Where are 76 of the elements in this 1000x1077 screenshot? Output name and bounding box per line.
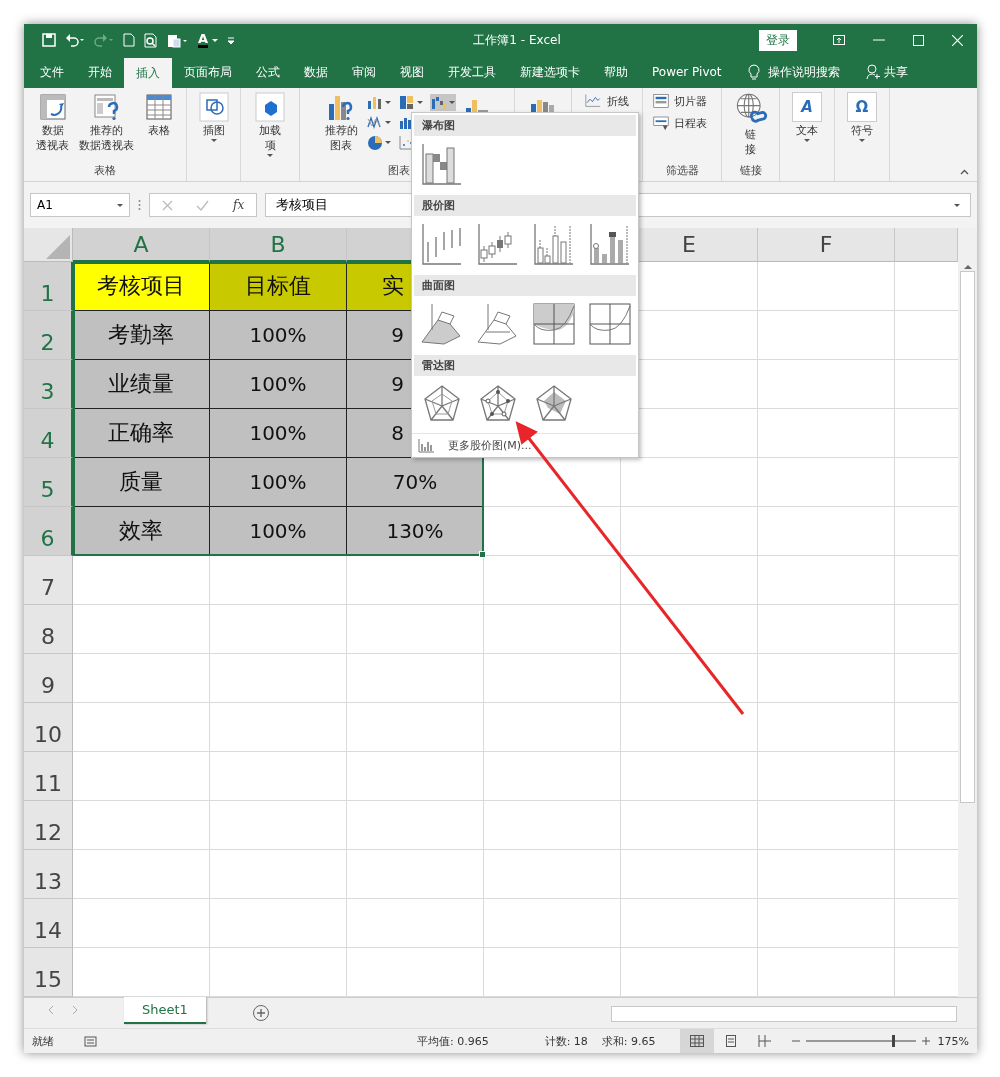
ribbon-tab[interactable]: 开始 bbox=[76, 56, 124, 88]
omega-icon: Ω bbox=[847, 92, 877, 122]
ribbon-tab[interactable]: 公式 bbox=[244, 56, 292, 88]
group-label: 图表 bbox=[388, 164, 410, 177]
name-box[interactable]: A1 bbox=[30, 193, 130, 217]
ribbon-tab[interactable]: 新建选项卡 bbox=[508, 56, 592, 88]
ribbon-tab[interactable]: 页面布局 bbox=[172, 56, 244, 88]
pivot-button[interactable]: 数据 透视表 bbox=[34, 92, 71, 152]
row-header[interactable]: 8 bbox=[24, 605, 73, 654]
ribbon-tab[interactable]: 帮助 bbox=[592, 56, 640, 88]
table-cell: 考勤率 bbox=[73, 311, 210, 360]
row-header[interactable]: 1 bbox=[24, 262, 73, 311]
zoom-level[interactable]: 175% bbox=[937, 1034, 969, 1048]
column-header[interactable]: F bbox=[758, 228, 895, 262]
row-header[interactable]: 14 bbox=[24, 899, 73, 948]
menu-section-header: 曲面图 bbox=[414, 275, 636, 296]
table-cell: 100% bbox=[210, 507, 347, 556]
table-cell: 100% bbox=[210, 360, 347, 409]
group-label: 链接 bbox=[739, 164, 762, 177]
table-cell: 100% bbox=[210, 458, 347, 507]
row-header[interactable]: 12 bbox=[24, 801, 73, 850]
table-cell: 质量 bbox=[73, 458, 210, 507]
illustrations-button[interactable]: 插图 bbox=[196, 92, 231, 142]
status-text: 就绪 bbox=[32, 1033, 54, 1049]
group-label: 表格 bbox=[94, 164, 116, 177]
table-cell: 效率 bbox=[73, 507, 210, 556]
window-title: 工作簿1 - Excel bbox=[472, 31, 562, 49]
column-header[interactable]: A bbox=[73, 228, 210, 262]
table-cell: 100% bbox=[210, 409, 347, 458]
table-cell: 130% bbox=[347, 507, 484, 556]
slicer-button[interactable]: 切片器 bbox=[651, 92, 707, 110]
ribbon-tab[interactable]: 视图 bbox=[388, 56, 436, 88]
row-header[interactable]: 5 bbox=[24, 458, 73, 507]
ribbon-tab[interactable]: 数据 bbox=[292, 56, 340, 88]
row-header[interactable]: 13 bbox=[24, 850, 73, 899]
row-header[interactable]: 6 bbox=[24, 507, 73, 556]
symbol-button[interactable]: Ω 符号 bbox=[845, 92, 879, 142]
row-header[interactable]: 9 bbox=[24, 654, 73, 703]
table-cell: 业绩量 bbox=[73, 360, 210, 409]
menu-section-header: 瀑布图 bbox=[414, 115, 636, 136]
table-cell: 100% bbox=[210, 311, 347, 360]
column-header[interactable]: B bbox=[210, 228, 347, 262]
timeline-button[interactable]: 日程表 bbox=[651, 114, 707, 132]
sheet-tab[interactable]: Sheet1 bbox=[124, 997, 206, 1024]
sparkline-button[interactable]: 折线 bbox=[582, 92, 629, 110]
row-header[interactable]: 4 bbox=[24, 409, 73, 458]
table-cell: 考核项目 bbox=[73, 262, 210, 311]
ribbon-tab[interactable]: Power Pivot bbox=[640, 56, 734, 88]
row-header[interactable]: 11 bbox=[24, 752, 73, 801]
row-header[interactable]: 10 bbox=[24, 703, 73, 752]
tell-me-search[interactable]: 操作说明搜索 bbox=[747, 56, 840, 88]
menu-section-header: 雷达图 bbox=[414, 355, 636, 376]
row-header[interactable]: 2 bbox=[24, 311, 73, 360]
insert-function-button[interactable]: fx bbox=[233, 198, 245, 212]
ribbon-tab[interactable]: 开发工具 bbox=[436, 56, 508, 88]
link-button[interactable]: 链 接 bbox=[731, 92, 770, 156]
text-button[interactable]: A 文本 bbox=[790, 92, 824, 142]
table-button[interactable]: 表格 bbox=[142, 92, 176, 137]
status-average: 平均值: 0.965 bbox=[416, 1033, 489, 1049]
status-sum: 求和: 9.65 bbox=[601, 1033, 656, 1049]
row-header[interactable]: 7 bbox=[24, 556, 73, 605]
table-cell: 目标值 bbox=[210, 262, 347, 311]
table-cell: 70% bbox=[347, 458, 484, 507]
share-button[interactable]: 共享 bbox=[865, 56, 908, 88]
ribbon-tab[interactable]: 文件 bbox=[28, 56, 76, 88]
status-count: 计数: 18 bbox=[544, 1033, 588, 1049]
group-label: 筛选器 bbox=[665, 164, 699, 177]
row-header[interactable]: 3 bbox=[24, 360, 73, 409]
table-cell: 正确率 bbox=[73, 409, 210, 458]
row-header[interactable]: 15 bbox=[24, 948, 73, 997]
ribbon-tab[interactable]: 插入 bbox=[124, 58, 172, 88]
login-button[interactable]: 登录 bbox=[759, 29, 797, 51]
text-box-icon: A bbox=[792, 92, 822, 122]
ribbon-tab[interactable]: 审阅 bbox=[340, 56, 388, 88]
addins-button[interactable]: 加载 项 bbox=[253, 92, 287, 157]
menu-section-header: 股价图 bbox=[414, 195, 636, 216]
